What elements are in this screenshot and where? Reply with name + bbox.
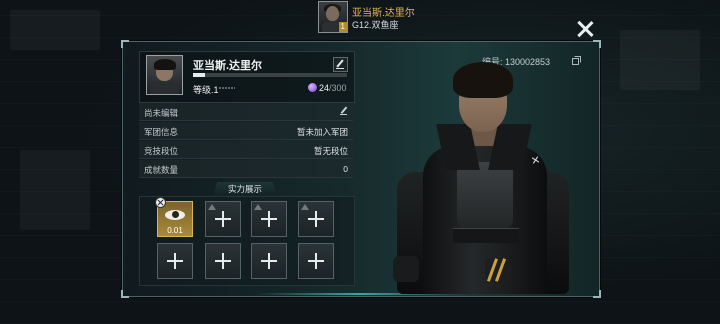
energy-current: 24 [319,83,330,93]
background-ui-ghost [620,30,700,90]
showcase-slot-empty[interactable] [157,243,193,279]
showcase-title: 实力展示 [227,184,262,194]
character-portrait: ✕ [393,62,573,294]
showcase-slot-featured[interactable]: 0.01 [155,197,193,237]
header-player-name: 亚当斯.达里尔 [352,8,415,19]
achievement-label: 成就数量 [144,165,179,175]
background-ui-ghost [20,150,90,230]
level-label: 等级.1 [193,85,219,95]
showcase-slot-empty[interactable] [298,201,334,237]
rank-row: 竞技段位 暂无段位 [139,141,353,159]
header-zodiac: G12.双鱼座 [352,20,399,30]
achievement-value: 0 [343,164,348,174]
exp-progress-bar [193,73,347,77]
legion-value: 暂未加入军团 [296,127,348,137]
showcase-slot-empty[interactable] [205,243,241,279]
showcase-slot-empty[interactable] [205,201,241,237]
profile-name: 亚当斯.达里尔 [193,60,263,72]
legion-row: 军团信息 暂未加入军团 [139,122,353,140]
energy-counter: 24/300 [319,83,347,93]
rank-label: 竞技段位 [144,146,179,156]
avatar[interactable] [146,55,183,95]
header-avatar[interactable]: 1 [318,1,348,33]
featured-value: 0.01 [167,226,183,235]
exp-progress-fill [193,73,206,77]
rank-value: 暂无段位 [313,146,348,156]
showcase-tab: 实力展示 [212,182,278,197]
background-ui-ghost [10,10,100,50]
signature-row[interactable]: 尚未编辑 [139,103,353,121]
showcase-slot-empty[interactable] [298,243,334,279]
showcase-slot-empty[interactable] [251,243,287,279]
pencil-icon[interactable] [339,106,348,115]
close-icon[interactable] [574,18,596,40]
avatar-badge: 1 [338,22,347,32]
achievement-row: 成就数量 0 [139,160,353,178]
edit-name-button[interactable] [333,57,348,72]
level-dots [219,87,235,89]
remove-icon[interactable] [155,197,166,208]
signature-label: 尚未编辑 [144,108,179,118]
energy-orb-icon [308,83,317,92]
eye-icon [165,210,185,220]
copy-icon[interactable] [572,56,581,65]
energy-max: /300 [329,83,347,93]
legion-label: 军团信息 [144,127,179,137]
showcase-slot-empty[interactable] [251,201,287,237]
